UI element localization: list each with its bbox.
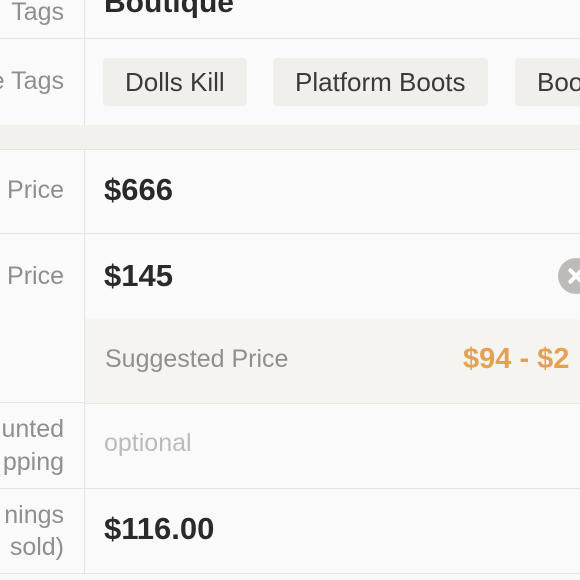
discounted-shipping-label-cell: unted pping xyxy=(0,403,85,488)
brand-value[interactable]: Boutique xyxy=(104,0,234,20)
discounted-shipping-label-line1: unted xyxy=(1,415,64,443)
earnings-label-line2: sold) xyxy=(9,533,64,561)
discounted-shipping-label-line2: pping xyxy=(2,448,64,476)
brand-label-cell: Tags xyxy=(0,0,85,38)
original-price-label-cell: Price xyxy=(0,150,85,233)
style-tags-label: e Tags xyxy=(0,67,64,95)
original-price-label: Price xyxy=(7,176,64,204)
tag-chip[interactable]: Boo xyxy=(515,58,580,106)
earnings-value: $116.00 xyxy=(104,511,215,546)
suggested-price-label: Suggested Price xyxy=(105,345,289,373)
listing-price-label-cell: Price xyxy=(0,234,85,402)
tag-chip[interactable]: Dolls Kill xyxy=(103,58,247,106)
style-tags-row: e Tags Dolls Kill Platform Boots Boo xyxy=(0,39,580,126)
discounted-shipping-row: unted pping optional xyxy=(0,403,580,489)
earnings-label-cell: nings sold) xyxy=(0,489,85,573)
original-price-value[interactable]: $666 xyxy=(104,172,173,208)
section-separator xyxy=(0,125,580,150)
earnings-label-line1: nings xyxy=(4,501,64,529)
suggested-price-box: Suggested Price $94 - $2 xyxy=(85,319,580,404)
original-price-row[interactable]: Price $666 xyxy=(0,150,580,234)
brand-row: Tags Boutique xyxy=(0,0,580,39)
listing-price-label: Price xyxy=(7,262,64,290)
brand-label: Tags xyxy=(11,0,64,26)
earnings-row: nings sold) $116.00 xyxy=(0,489,580,574)
listing-price-input[interactable]: $145 xyxy=(104,258,173,294)
suggested-price-value: $94 - $2 xyxy=(463,343,570,375)
tag-chip[interactable]: Platform Boots xyxy=(273,58,488,106)
discounted-shipping-input[interactable]: optional xyxy=(104,429,192,458)
style-tags-label-cell: e Tags xyxy=(0,39,85,125)
